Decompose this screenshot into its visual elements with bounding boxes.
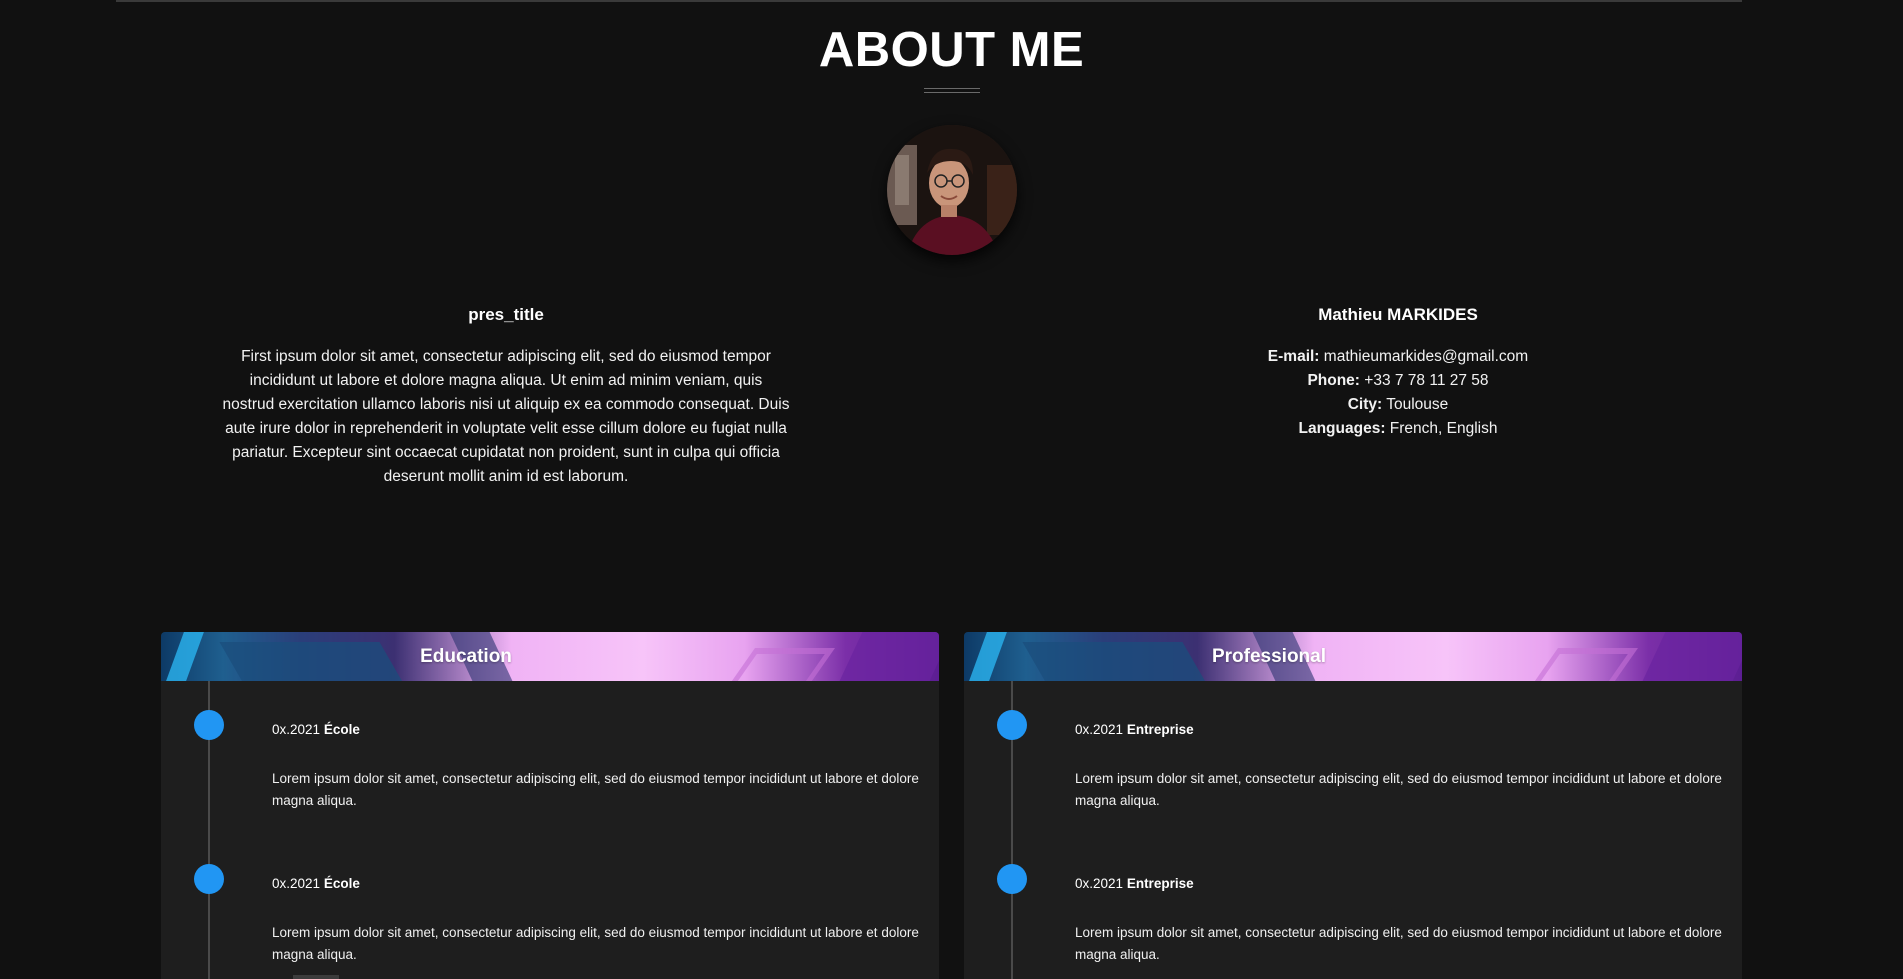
entry-date: 0x.2021 xyxy=(272,876,321,891)
professional-title: Professional xyxy=(1211,646,1327,667)
timeline-entry: 0x.2021 Entreprise Lorem ipsum dolor sit… xyxy=(1075,876,1725,965)
timeline-entry: 0x.2021 École Lorem ipsum dolor sit amet… xyxy=(272,876,922,965)
entry-description: Lorem ipsum dolor sit amet, consectetur … xyxy=(1075,771,1722,808)
phone-label: Phone: xyxy=(1307,372,1360,389)
city-value: Toulouse xyxy=(1386,396,1449,413)
languages-line: Languages: French, English xyxy=(1112,417,1684,441)
entry-date: 0x.2021 xyxy=(1075,722,1124,737)
presentation-text: First ipsum dolor sit amet, consectetur … xyxy=(222,348,790,485)
city-label: City: xyxy=(1347,396,1383,413)
timeline-dot xyxy=(194,710,224,740)
education-title: Education xyxy=(420,646,512,667)
entry-date-line: 0x.2021 École xyxy=(272,722,922,737)
entry-place: École xyxy=(323,722,360,737)
person-name: Mathieu MARKIDES xyxy=(1318,305,1478,324)
page-title: ABOUT ME xyxy=(818,23,1085,77)
entry-date: 0x.2021 xyxy=(272,722,321,737)
email-label: E-mail: xyxy=(1267,348,1320,365)
email-line: E-mail: mathieumarkides@gmail.com xyxy=(1112,345,1684,369)
presentation-title: pres_title xyxy=(468,305,544,324)
entry-description: Lorem ipsum dolor sit amet, consectetur … xyxy=(1075,925,1722,962)
entry-place: Entreprise xyxy=(1126,876,1194,891)
timeline-dot xyxy=(194,864,224,894)
timeline-entry: 0x.2021 École Lorem ipsum dolor sit amet… xyxy=(272,722,922,811)
horizontal-scrollbar[interactable] xyxy=(293,975,339,979)
card-header: Professional xyxy=(964,632,1742,681)
languages-value: French, English xyxy=(1389,420,1498,437)
timeline-dot xyxy=(997,864,1027,894)
profile-photo-icon xyxy=(887,125,1017,255)
entry-date-line: 0x.2021 Entreprise xyxy=(1075,722,1725,737)
contact-info-section: Mathieu MARKIDES E-mail: mathieumarkides… xyxy=(1112,305,1684,441)
avatar xyxy=(887,125,1017,255)
title-underline xyxy=(924,88,980,89)
entry-description: Lorem ipsum dolor sit amet, consectetur … xyxy=(272,771,919,808)
top-divider xyxy=(116,0,1742,2)
timeline-dot xyxy=(997,710,1027,740)
education-card: Education 0x.2021 École Lorem ipsum dolo… xyxy=(161,632,939,979)
phone-line: Phone: +33 7 78 11 27 58 xyxy=(1112,369,1684,393)
entry-date-line: 0x.2021 École xyxy=(272,876,922,891)
timeline-entry: 0x.2021 Entreprise Lorem ipsum dolor sit… xyxy=(1075,722,1725,811)
email-value: mathieumarkides@gmail.com xyxy=(1323,348,1529,365)
professional-card: Professional 0x.2021 Entreprise Lorem ip… xyxy=(964,632,1742,979)
entry-date: 0x.2021 xyxy=(1075,876,1124,891)
city-line: City: Toulouse xyxy=(1112,393,1684,417)
entry-description: Lorem ipsum dolor sit amet, consectetur … xyxy=(272,925,919,962)
entry-date-line: 0x.2021 Entreprise xyxy=(1075,876,1725,891)
phone-value: +33 7 78 11 27 58 xyxy=(1364,372,1489,389)
entry-place: Entreprise xyxy=(1126,722,1194,737)
languages-label: Languages: xyxy=(1298,420,1386,437)
entry-place: École xyxy=(323,876,360,891)
card-header: Education xyxy=(161,632,939,681)
title-underline xyxy=(924,92,980,93)
presentation-section: pres_title First ipsum dolor sit amet, c… xyxy=(222,305,790,489)
